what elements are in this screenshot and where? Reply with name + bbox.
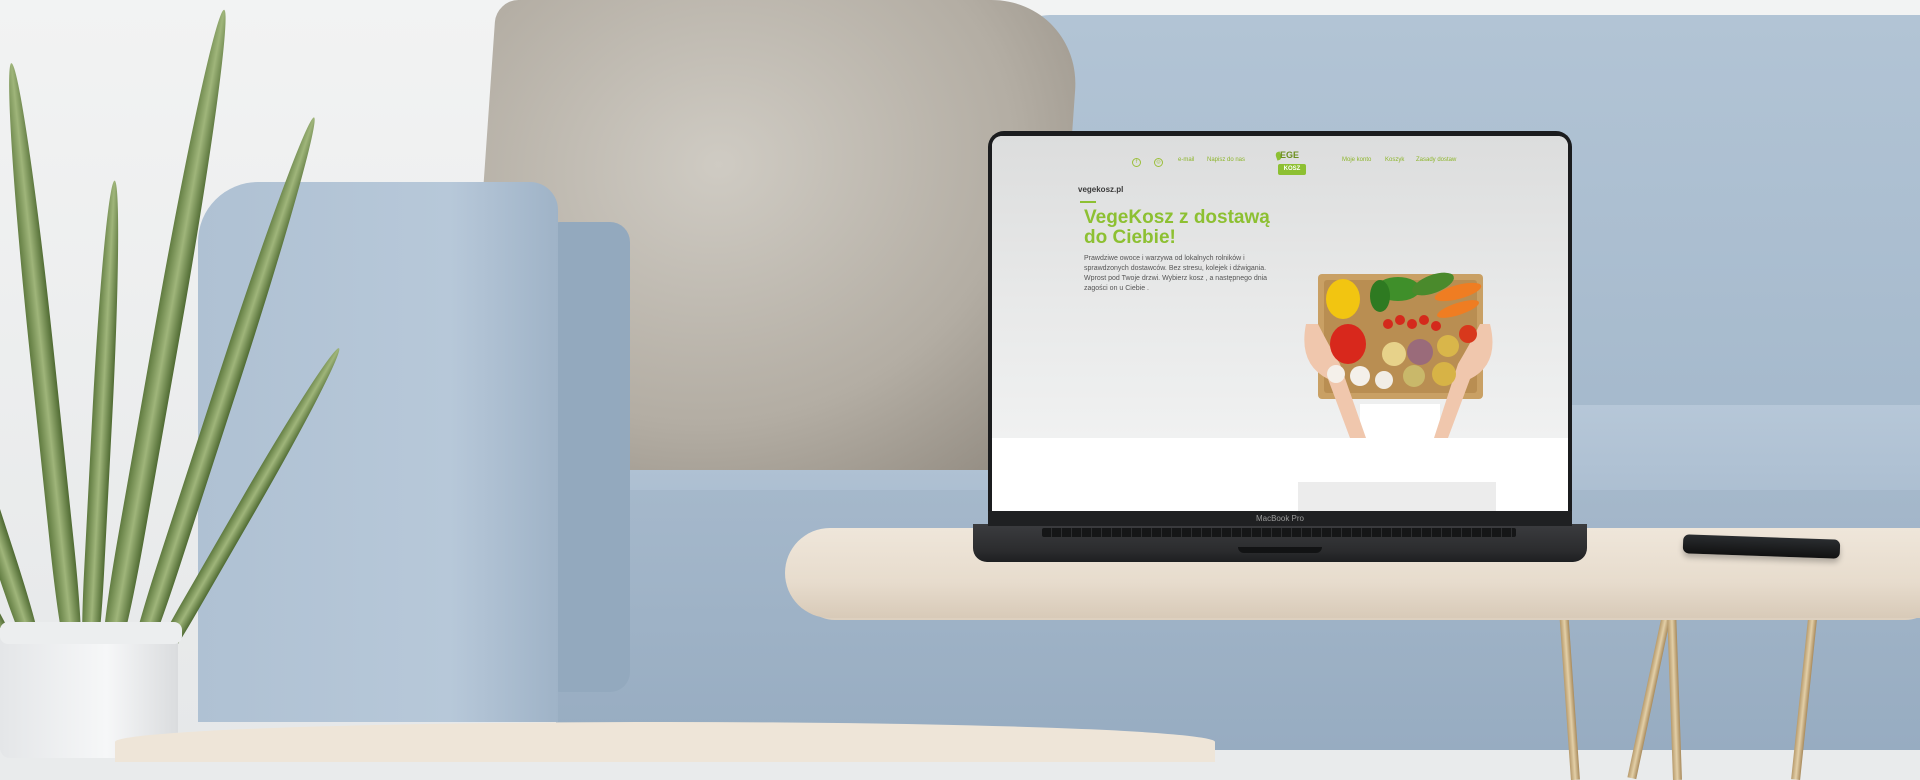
nav-link-email[interactable]: e-mail (1178, 157, 1194, 163)
site-logo[interactable]: EGE KOSZ (1274, 150, 1308, 180)
hero-description: Prawdziwe owoce i warzywa od lokalnych r… (1084, 255, 1268, 292)
sofa-armrest (198, 182, 558, 722)
content-card-placeholder (1298, 482, 1496, 511)
facebook-icon[interactable]: f (1132, 158, 1141, 167)
plant-pot-rim (0, 622, 182, 644)
site-domain: vegekosz.pl (1078, 185, 1124, 194)
logo-top-text: EGE (1280, 150, 1300, 160)
vegetable-crate-image (1304, 272, 1493, 438)
laptop-screen: f ◎ e-mail Napisz do nas Moje konto Kosz… (992, 136, 1568, 511)
laptop-keyboard (1042, 528, 1516, 537)
nav-link-contact[interactable]: Napisz do nas (1207, 157, 1245, 163)
hero-title: VegeKosz z dostawą do Ciebie! (1084, 207, 1270, 248)
nav-link-account[interactable]: Moje konto (1342, 157, 1371, 163)
side-table (115, 722, 1215, 762)
nav-link-delivery-rules[interactable]: Zasady dostaw (1416, 157, 1456, 163)
title-accent-rule (1080, 201, 1096, 203)
laptop-model-label: MacBook Pro (1255, 514, 1305, 523)
nav-link-cart[interactable]: Koszyk (1385, 157, 1404, 163)
laptop-notch (1238, 547, 1322, 553)
instagram-icon[interactable]: ◎ (1154, 158, 1163, 167)
logo-box-text: KOSZ (1278, 164, 1306, 175)
